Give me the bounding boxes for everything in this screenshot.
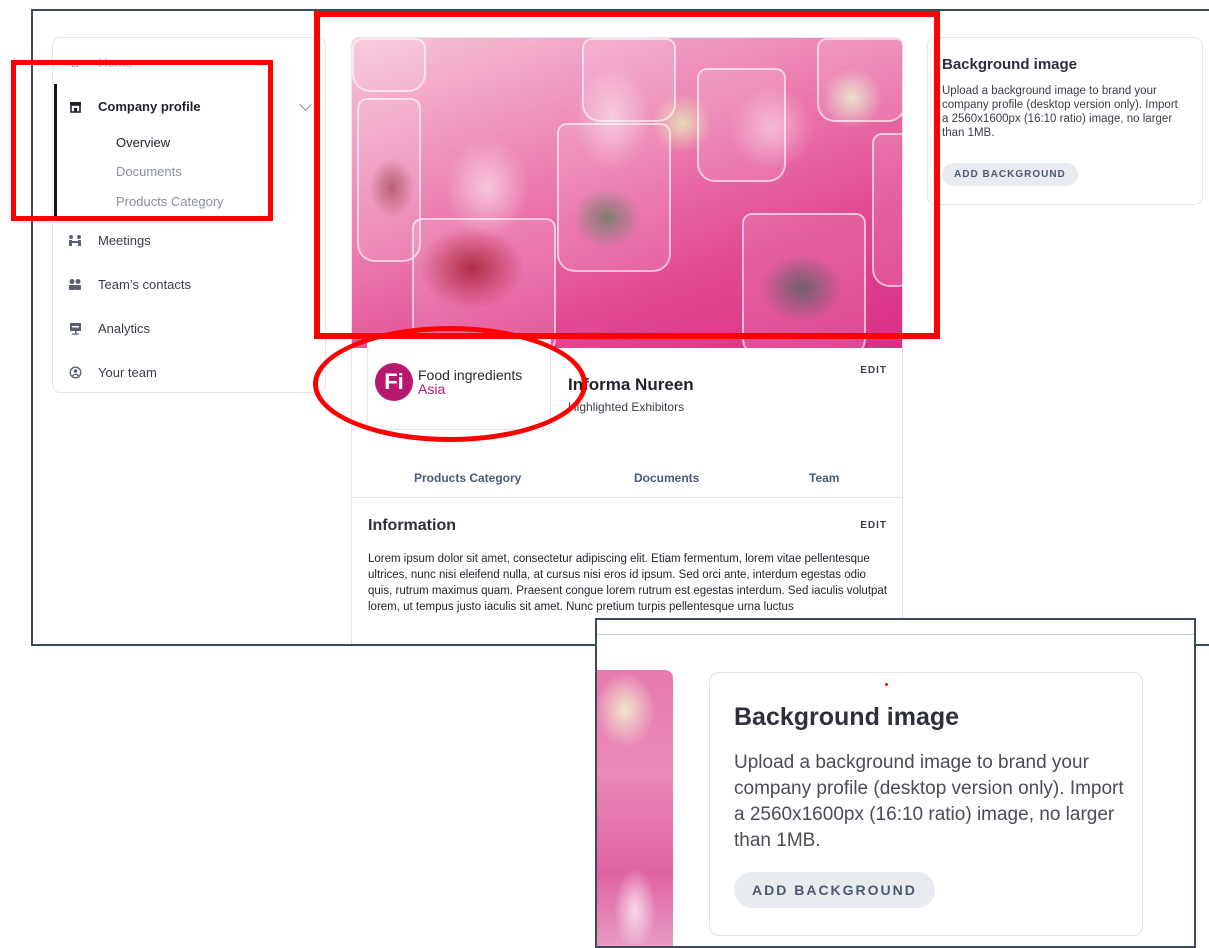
sidebar-item-teams-contacts[interactable]: Team’s contacts (68, 277, 191, 292)
information-title: Information (368, 517, 456, 534)
contacts-icon (68, 278, 82, 292)
add-background-button[interactable]: ADD BACKGROUND (942, 163, 1078, 186)
background-card-title: Background image (734, 703, 960, 731)
tab-documents[interactable]: Documents (634, 471, 699, 485)
annotation-rectangle-sidebar (11, 60, 273, 221)
information-body: Lorem ipsum dolor sit amet, consectetur … (368, 553, 888, 613)
background-card-title: Background image (942, 56, 1078, 73)
divider (352, 497, 902, 498)
background-card-description: Upload a background image to brand your … (734, 752, 1124, 851)
background-image-card: Background image Upload a background ima… (927, 37, 1203, 205)
company-subtitle: Highlighted Exhibitors (568, 400, 685, 414)
background-card-description: Upload a background image to brand your … (942, 85, 1178, 139)
sidebar-item-analytics[interactable]: Analytics (68, 321, 150, 336)
sidebar-item-label: Meetings (98, 233, 151, 248)
zoom-inset: Background image Upload a background ima… (595, 618, 1196, 948)
meeting-icon (68, 234, 82, 248)
sidebar-item-meetings[interactable]: Meetings (68, 233, 151, 248)
sidebar-item-your-team[interactable]: Your team (68, 365, 157, 380)
tab-products-category[interactable]: Products Category (414, 471, 521, 485)
banner-image-crop (597, 670, 673, 946)
sidebar-item-label: Team’s contacts (98, 277, 191, 292)
presentation-icon (68, 322, 82, 336)
divider (597, 634, 1194, 635)
team-icon (68, 366, 82, 380)
sidebar-item-label: Analytics (98, 321, 151, 336)
sidebar-item-label: Your team (98, 365, 157, 380)
background-image-card-zoomed: Background image Upload a background ima… (709, 672, 1143, 936)
annotation-ellipse-logo (313, 326, 587, 442)
edit-profile-link[interactable]: EDIT (860, 365, 887, 376)
chevron-down-icon[interactable] (299, 98, 312, 111)
annotation-rectangle-banner (314, 11, 940, 339)
add-background-button[interactable]: ADD BACKGROUND (734, 872, 935, 908)
tab-team[interactable]: Team (809, 471, 839, 485)
annotation-dot (885, 683, 888, 686)
edit-information-link[interactable]: EDIT (860, 520, 887, 531)
